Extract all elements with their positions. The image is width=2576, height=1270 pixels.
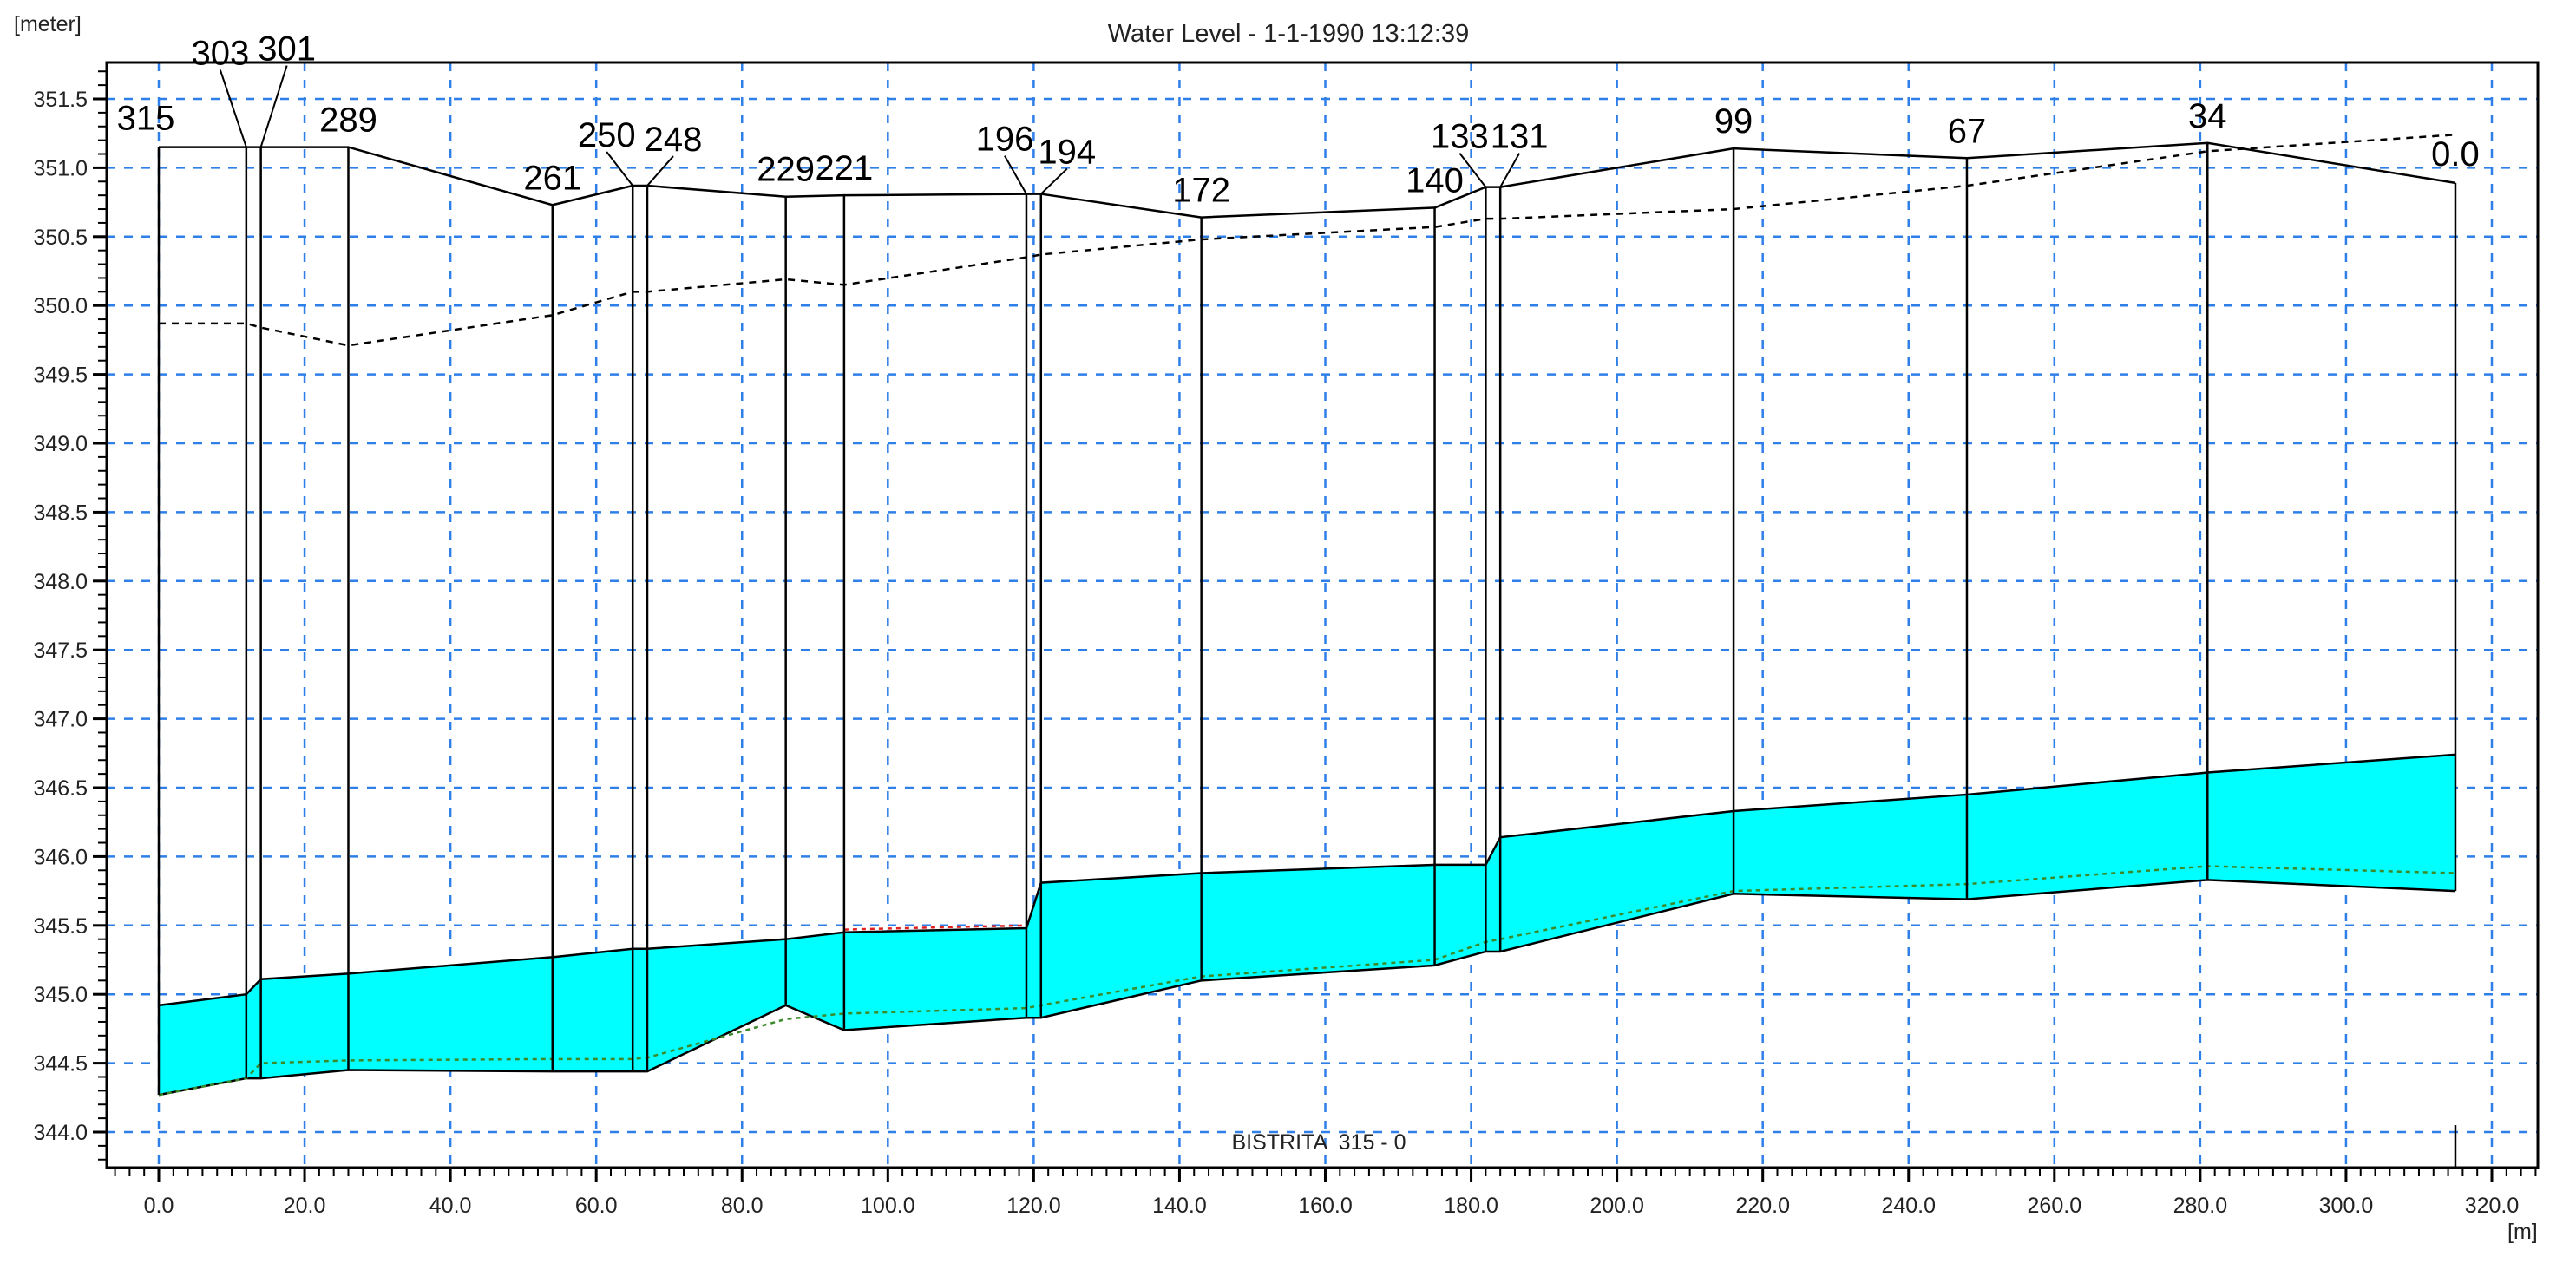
station-label: 315	[117, 100, 175, 138]
y-tick-label: 351.0	[33, 156, 88, 180]
x-tick-label: 140.0	[1152, 1194, 1207, 1218]
x-tick-label: 180.0	[1444, 1194, 1498, 1218]
x-tick-label: 320.0	[2465, 1194, 2520, 1218]
x-tick-label: 280.0	[2173, 1194, 2228, 1218]
y-tick-label: 344.0	[33, 1121, 88, 1145]
x-tick-label: 60.0	[575, 1194, 618, 1218]
station-label: 261	[523, 159, 581, 197]
station-label: 133	[1431, 118, 1489, 156]
chart-title: Water Level - 1-1-1990 13:12:39	[1108, 20, 1469, 48]
x-tick-label: 240.0	[1881, 1194, 1936, 1218]
station-label: 67	[1948, 112, 1987, 150]
x-tick-label: 260.0	[2028, 1194, 2082, 1218]
y-tick-label: 345.0	[33, 983, 88, 1007]
label-leader-line	[1040, 167, 1068, 195]
station-label: 172	[1172, 172, 1230, 210]
x-tick-label: 220.0	[1735, 1194, 1790, 1218]
y-tick-label: 348.5	[33, 501, 88, 525]
y-tick-label: 347.5	[33, 638, 88, 663]
label-leader-line	[1004, 155, 1027, 195]
x-tick-label: 40.0	[429, 1194, 472, 1218]
station-label: 229	[757, 151, 815, 189]
left-bank-line	[159, 141, 2456, 219]
x-tick-label: 160.0	[1298, 1194, 1353, 1218]
y-tick-label: 351.5	[33, 88, 88, 112]
station-label: 194	[1038, 134, 1096, 172]
station-label: 221	[816, 149, 874, 187]
y-tick-label: 347.0	[33, 708, 88, 732]
station-label: 99	[1714, 102, 1753, 141]
y-tick-label: 346.5	[33, 776, 88, 801]
station-label: 248	[645, 121, 703, 159]
branch-label: BISTRITA 315 - 0	[1231, 1130, 1406, 1155]
right-bank-line	[159, 134, 2456, 347]
x-tick-label: 200.0	[1590, 1194, 1644, 1218]
station-label: 131	[1491, 118, 1549, 156]
station-label: 140	[1406, 161, 1464, 200]
plot-marks: 315303 301289261250 248229 221196 194172 1401…	[117, 30, 2480, 1168]
x-tick-label: 80.0	[721, 1194, 764, 1218]
label-leader-line	[646, 155, 674, 187]
x-tick-label: 0.0	[144, 1194, 174, 1218]
label-leader-line	[219, 69, 247, 147]
y-tick-label: 348.0	[33, 570, 88, 594]
x-tick-label: 300.0	[2319, 1194, 2374, 1218]
station-label: 0.0	[2431, 135, 2480, 173]
y-axis-label: [meter]	[14, 12, 82, 36]
y-tick-label: 345.5	[33, 914, 88, 939]
y-tick-label: 350.0	[33, 294, 88, 318]
station-label: 196	[976, 121, 1034, 159]
y-tick-label: 350.5	[33, 226, 88, 250]
water-level-chart: Water Level - 1-1-1990 13:12:39 [meter] …	[14, 12, 2540, 1244]
station-label: 289	[319, 101, 377, 140]
x-axis-label: [m]	[2507, 1220, 2538, 1244]
label-leader-line	[259, 65, 288, 147]
x-tick-label: 100.0	[861, 1194, 915, 1218]
x-tick-label: 20.0	[284, 1194, 326, 1218]
x-tick-label: 120.0	[1006, 1194, 1061, 1218]
y-tick-label: 344.5	[33, 1052, 88, 1077]
y-tick-label: 349.0	[33, 432, 88, 456]
station-label: 303	[191, 35, 249, 73]
station-label: 250	[578, 116, 636, 154]
label-leader-line	[1499, 153, 1521, 188]
station-label: 34	[2188, 97, 2227, 135]
y-tick-label: 346.0	[33, 845, 88, 869]
y-tick-label: 349.5	[33, 363, 88, 388]
